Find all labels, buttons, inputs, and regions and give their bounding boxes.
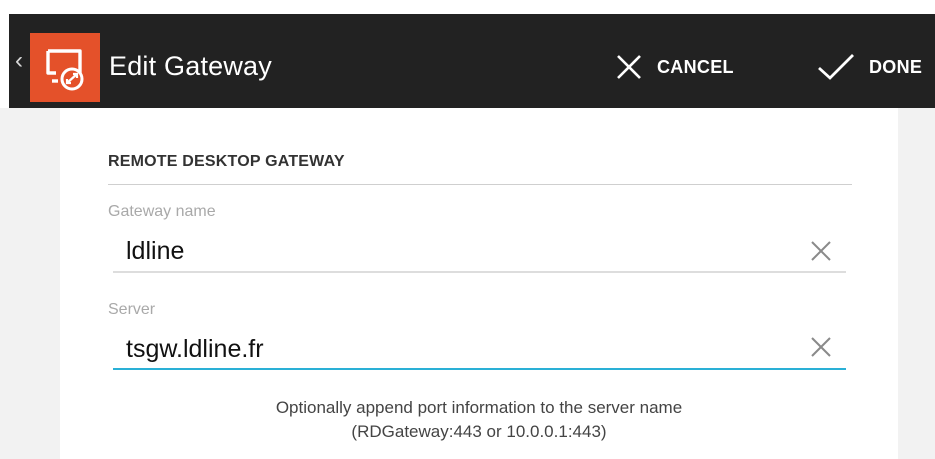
gateway-form: REMOTE DESKTOP GATEWAY Gateway name Serv… <box>60 108 898 459</box>
checkmark-icon <box>818 54 854 80</box>
right-background <box>898 108 935 459</box>
clear-x-icon <box>811 337 831 357</box>
close-icon <box>617 55 641 79</box>
server-hint-line1: Optionally append port information to th… <box>275 398 683 417</box>
server-underline-focused <box>113 368 846 370</box>
left-background <box>0 108 60 459</box>
action-bar: ‹ Edit Gateway CANCEL DONE <box>9 14 935 108</box>
page-title: Edit Gateway <box>109 51 272 81</box>
section-divider <box>108 184 852 185</box>
server-input[interactable] <box>126 332 746 366</box>
gateway-name-underline <box>113 271 846 273</box>
gateway-name-clear-button[interactable] <box>806 236 836 266</box>
edit-gateway-screen: ‹ Edit Gateway CANCEL DONE REMOTE DESKTO… <box>0 0 935 459</box>
clear-x-icon <box>811 241 831 261</box>
back-button[interactable]: ‹ <box>9 47 29 75</box>
section-title: REMOTE DESKTOP GATEWAY <box>108 153 345 170</box>
server-hint-line2: (RDGateway:443 or 10.0.0.1:443) <box>351 422 607 441</box>
done-label: DONE <box>869 56 923 77</box>
remote-desktop-app-icon[interactable] <box>30 33 100 102</box>
monitor-connect-icon <box>46 48 84 90</box>
server-label: Server <box>108 301 156 318</box>
cancel-button[interactable]: CANCEL <box>615 50 734 84</box>
server-clear-button[interactable] <box>806 332 836 362</box>
done-button[interactable]: DONE <box>817 50 922 84</box>
cancel-label: CANCEL <box>657 56 734 77</box>
gateway-name-label: Gateway name <box>108 203 216 220</box>
gateway-name-input[interactable] <box>126 234 746 268</box>
